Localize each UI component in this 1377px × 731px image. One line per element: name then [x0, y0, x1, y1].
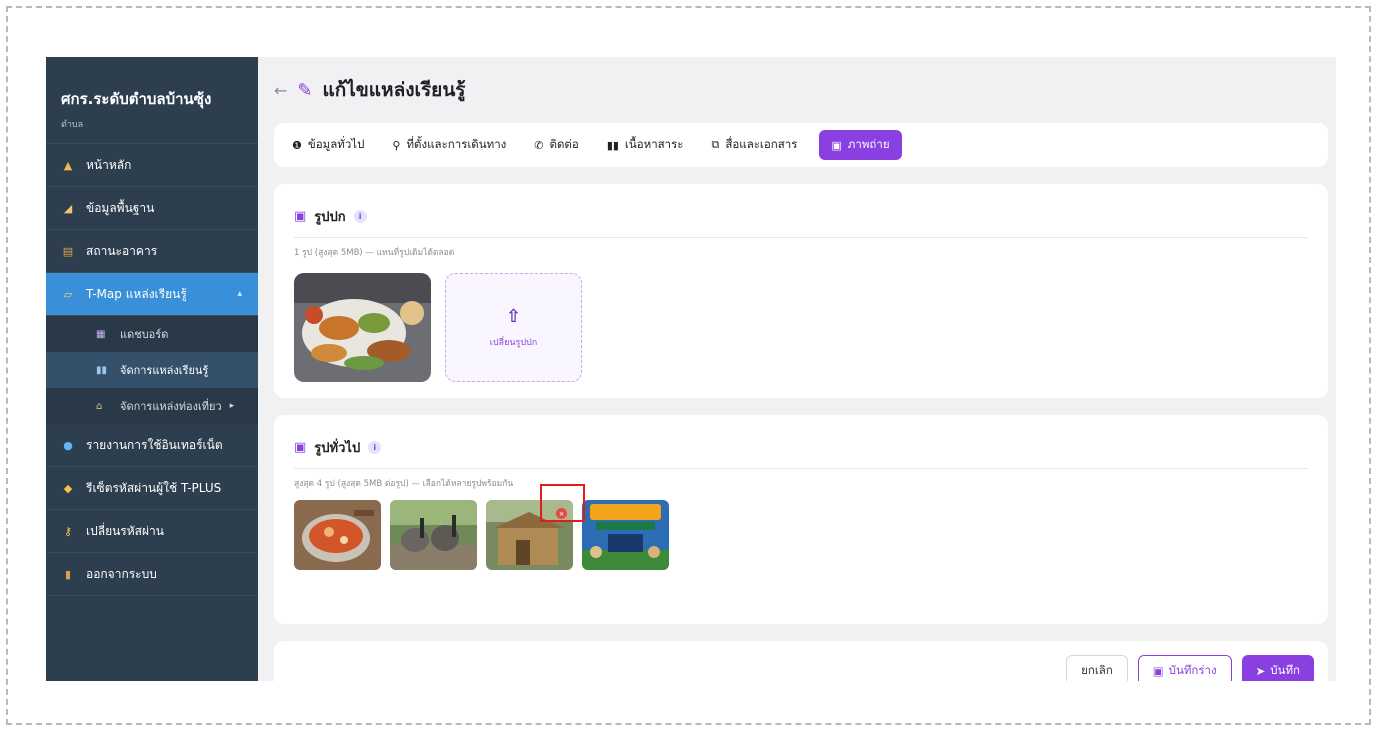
sidebar-subitem-label: จัดการแหล่งท่องเที่ยว	[120, 400, 222, 413]
sidebar-subtitle: ตำบล	[61, 120, 84, 130]
main-content: ← ✎ แก้ไขแหล่งเรียนรู้ ❶ ข้อมูลทั่วไป ⚲ …	[258, 57, 1336, 681]
sidebar: ศกร.ระดับตำบลบ้านซุ้ง ตำบล ▲ หน้าหลัก ◢ …	[46, 57, 258, 681]
home-icon: ▲	[63, 158, 73, 172]
tab-label: สื่อและเอกสาร	[725, 137, 798, 151]
globe-icon: ●	[63, 438, 73, 452]
sidebar-item-internet-report[interactable]: ● รายงานการใช้อินเทอร์เน็ต	[46, 424, 258, 467]
tab-label: ข้อมูลทั่วไป	[307, 137, 365, 151]
sidebar-item-change-password[interactable]: ⚷ เปลี่ยนรหัสผ่าน	[46, 510, 258, 553]
media-icon: ⧉	[711, 138, 720, 151]
sidebar-subitem-manage-tourism[interactable]: ⌂ จัดการแหล่งท่องเที่ยว ▸	[46, 388, 258, 424]
sidebar-item-label: รีเซ็ตรหัสผ่านผู้ใช้ T-PLUS	[86, 480, 222, 495]
info-icon[interactable]: i	[368, 441, 382, 454]
edit-icon: ✎	[297, 79, 313, 101]
landmark-icon: ⌂	[96, 400, 103, 412]
book-icon: ▮▮	[96, 364, 108, 376]
chevron-right-icon: ▸	[229, 401, 235, 411]
key-icon: ⚷	[63, 524, 73, 538]
tab-general-info[interactable]: ❶ ข้อมูลทั่วไป	[292, 136, 364, 154]
tab-media[interactable]: ⧉ สื่อและเอกสาร	[712, 136, 798, 154]
sidebar-brand: ศกร.ระดับตำบลบ้านซุ้ง ตำบล	[46, 57, 258, 144]
tab-location[interactable]: ⚲ ที่ตั้งและการเดินทาง	[392, 136, 506, 154]
sidebar-subitem-manage-learning[interactable]: ▮▮ จัดการแหล่งเรียนรู้	[46, 352, 258, 388]
app-window: ศกร.ระดับตำบลบ้านซุ้ง ตำบล ▲ หน้าหลัก ◢ …	[46, 57, 1336, 681]
user-key-icon: ◆	[63, 481, 73, 495]
form-actions: ยกเลิก ▣ บันทึกร่าง ➤ บันทึก	[274, 641, 1328, 681]
page-header: ← ✎ แก้ไขแหล่งเรียนรู้	[274, 57, 1328, 123]
save-draft-button[interactable]: ▣ บันทึกร่าง	[1137, 655, 1232, 681]
gallery-card: ▣ รูปทั่วไป i สูงสุด 4 รูป (สูงสุด 5MB ต…	[274, 415, 1328, 624]
sidebar-subitem-label: จัดการแหล่งเรียนรู้	[120, 364, 209, 377]
book-open-icon: ▮▮	[606, 138, 619, 152]
gallery-title: รูปทั่วไป	[314, 441, 361, 456]
sidebar-title: ศกร.ระดับตำบลบ้านซุ้ง	[61, 90, 212, 108]
phone-icon: ✆	[534, 138, 544, 152]
sidebar-item-label: ข้อมูลพื้นฐาน	[86, 200, 155, 215]
cancel-button[interactable]: ยกเลิก	[1066, 655, 1128, 681]
tab-content[interactable]: ▮▮ เนื้อหาสาระ	[607, 136, 684, 154]
upload-icon: ⇧	[505, 306, 522, 327]
save-button[interactable]: ➤ บันทึก	[1241, 655, 1314, 681]
images-icon: ▣	[831, 138, 842, 152]
building-icon: ▤	[62, 244, 74, 258]
gallery-row: ×	[294, 500, 1308, 624]
cover-title: รูปปก	[314, 210, 346, 225]
sidebar-item-label: ออกจากระบบ	[86, 566, 157, 581]
save-icon: ▣	[1152, 664, 1164, 678]
images-icon: ▣	[294, 440, 307, 455]
change-cover-label: เปลี่ยนรูปปก	[489, 338, 538, 348]
save-draft-label: บันทึกร่าง	[1168, 663, 1217, 677]
cover-row: ⇧ เปลี่ยนรูปปก	[294, 273, 1308, 398]
sidebar-item-tmap[interactable]: ▱ T-Map แหล่งเรียนรู้ ▴	[46, 273, 258, 316]
sidebar-item-reset-password[interactable]: ◆ รีเซ็ตรหัสผ่านผู้ใช้ T-PLUS	[46, 467, 258, 510]
sidebar-item-basic-info[interactable]: ◢ ข้อมูลพื้นฐาน	[46, 187, 258, 230]
sidebar-item-label: สถานะอาคาร	[86, 243, 158, 258]
sidebar-item-label: หน้าหลัก	[86, 157, 132, 172]
send-icon: ➤	[1255, 664, 1266, 678]
sidebar-item-home[interactable]: ▲ หน้าหลัก	[46, 144, 258, 187]
cover-photo	[294, 273, 431, 382]
sidebar-item-label: T-Map แหล่งเรียนรู้	[86, 286, 187, 301]
gallery-photo[interactable]	[294, 500, 381, 570]
gallery-card-header: ▣ รูปทั่วไป i	[294, 415, 1308, 469]
change-cover-dropzone[interactable]: ⇧ เปลี่ยนรูปปก	[445, 273, 582, 382]
dashboard-icon: ▦	[96, 328, 106, 340]
tab-label: เนื้อหาสาระ	[624, 137, 684, 151]
tab-contact[interactable]: ✆ ติดต่อ	[534, 136, 579, 154]
cancel-label: ยกเลิก	[1081, 663, 1113, 677]
image-icon: ▣	[294, 209, 307, 224]
sidebar-item-building-status[interactable]: ▤ สถานะอาคาร	[46, 230, 258, 273]
cover-card: ▣ รูปปก i 1 รูป (สูงสุด 5MB) — แทนที่รูป…	[274, 184, 1328, 398]
page-title: แก้ไขแหล่งเรียนรู้	[322, 79, 466, 101]
sidebar-item-label: เปลี่ยนรหัสผ่าน	[86, 523, 164, 538]
location-pin-icon: ⚲	[392, 138, 401, 152]
tab-label: ภาพถ่าย	[847, 137, 890, 151]
highlight-box	[540, 484, 585, 522]
tab-label: ติดต่อ	[549, 137, 579, 151]
chevron-up-icon: ▴	[237, 289, 242, 299]
tab-bar: ❶ ข้อมูลทั่วไป ⚲ ที่ตั้งและการเดินทาง ✆ …	[274, 123, 1328, 167]
gallery-hint: สูงสุด 4 รูป (สูงสุด 5MB ต่อรูป) — เลือก…	[294, 479, 514, 489]
sidebar-subitem-label: แดชบอร์ด	[120, 328, 169, 341]
back-arrow-icon[interactable]: ←	[274, 81, 287, 100]
sidebar-item-label: รายงานการใช้อินเทอร์เน็ต	[86, 437, 223, 452]
logout-icon: ▮	[64, 567, 72, 581]
tab-label: ที่ตั้งและการเดินทาง	[406, 137, 507, 151]
gallery-photo[interactable]	[390, 500, 477, 570]
sidebar-subitem-dashboard[interactable]: ▦ แดชบอร์ด	[46, 316, 258, 352]
gallery-photo[interactable]	[582, 500, 669, 570]
info-icon[interactable]: i	[353, 210, 367, 223]
map-book-icon: ▱	[63, 287, 73, 301]
info-icon: ❶	[292, 138, 302, 152]
cover-card-header: ▣ รูปปก i	[294, 184, 1308, 238]
cover-hint: 1 รูป (สูงสุด 5MB) — แทนที่รูปเดิมได้ตลอ…	[294, 248, 455, 258]
map-icon: ◢	[63, 201, 73, 215]
tab-photos[interactable]: ▣ ภาพถ่าย	[819, 130, 902, 160]
sidebar-item-logout[interactable]: ▮ ออกจากระบบ	[46, 553, 258, 596]
save-label: บันทึก	[1270, 663, 1300, 677]
